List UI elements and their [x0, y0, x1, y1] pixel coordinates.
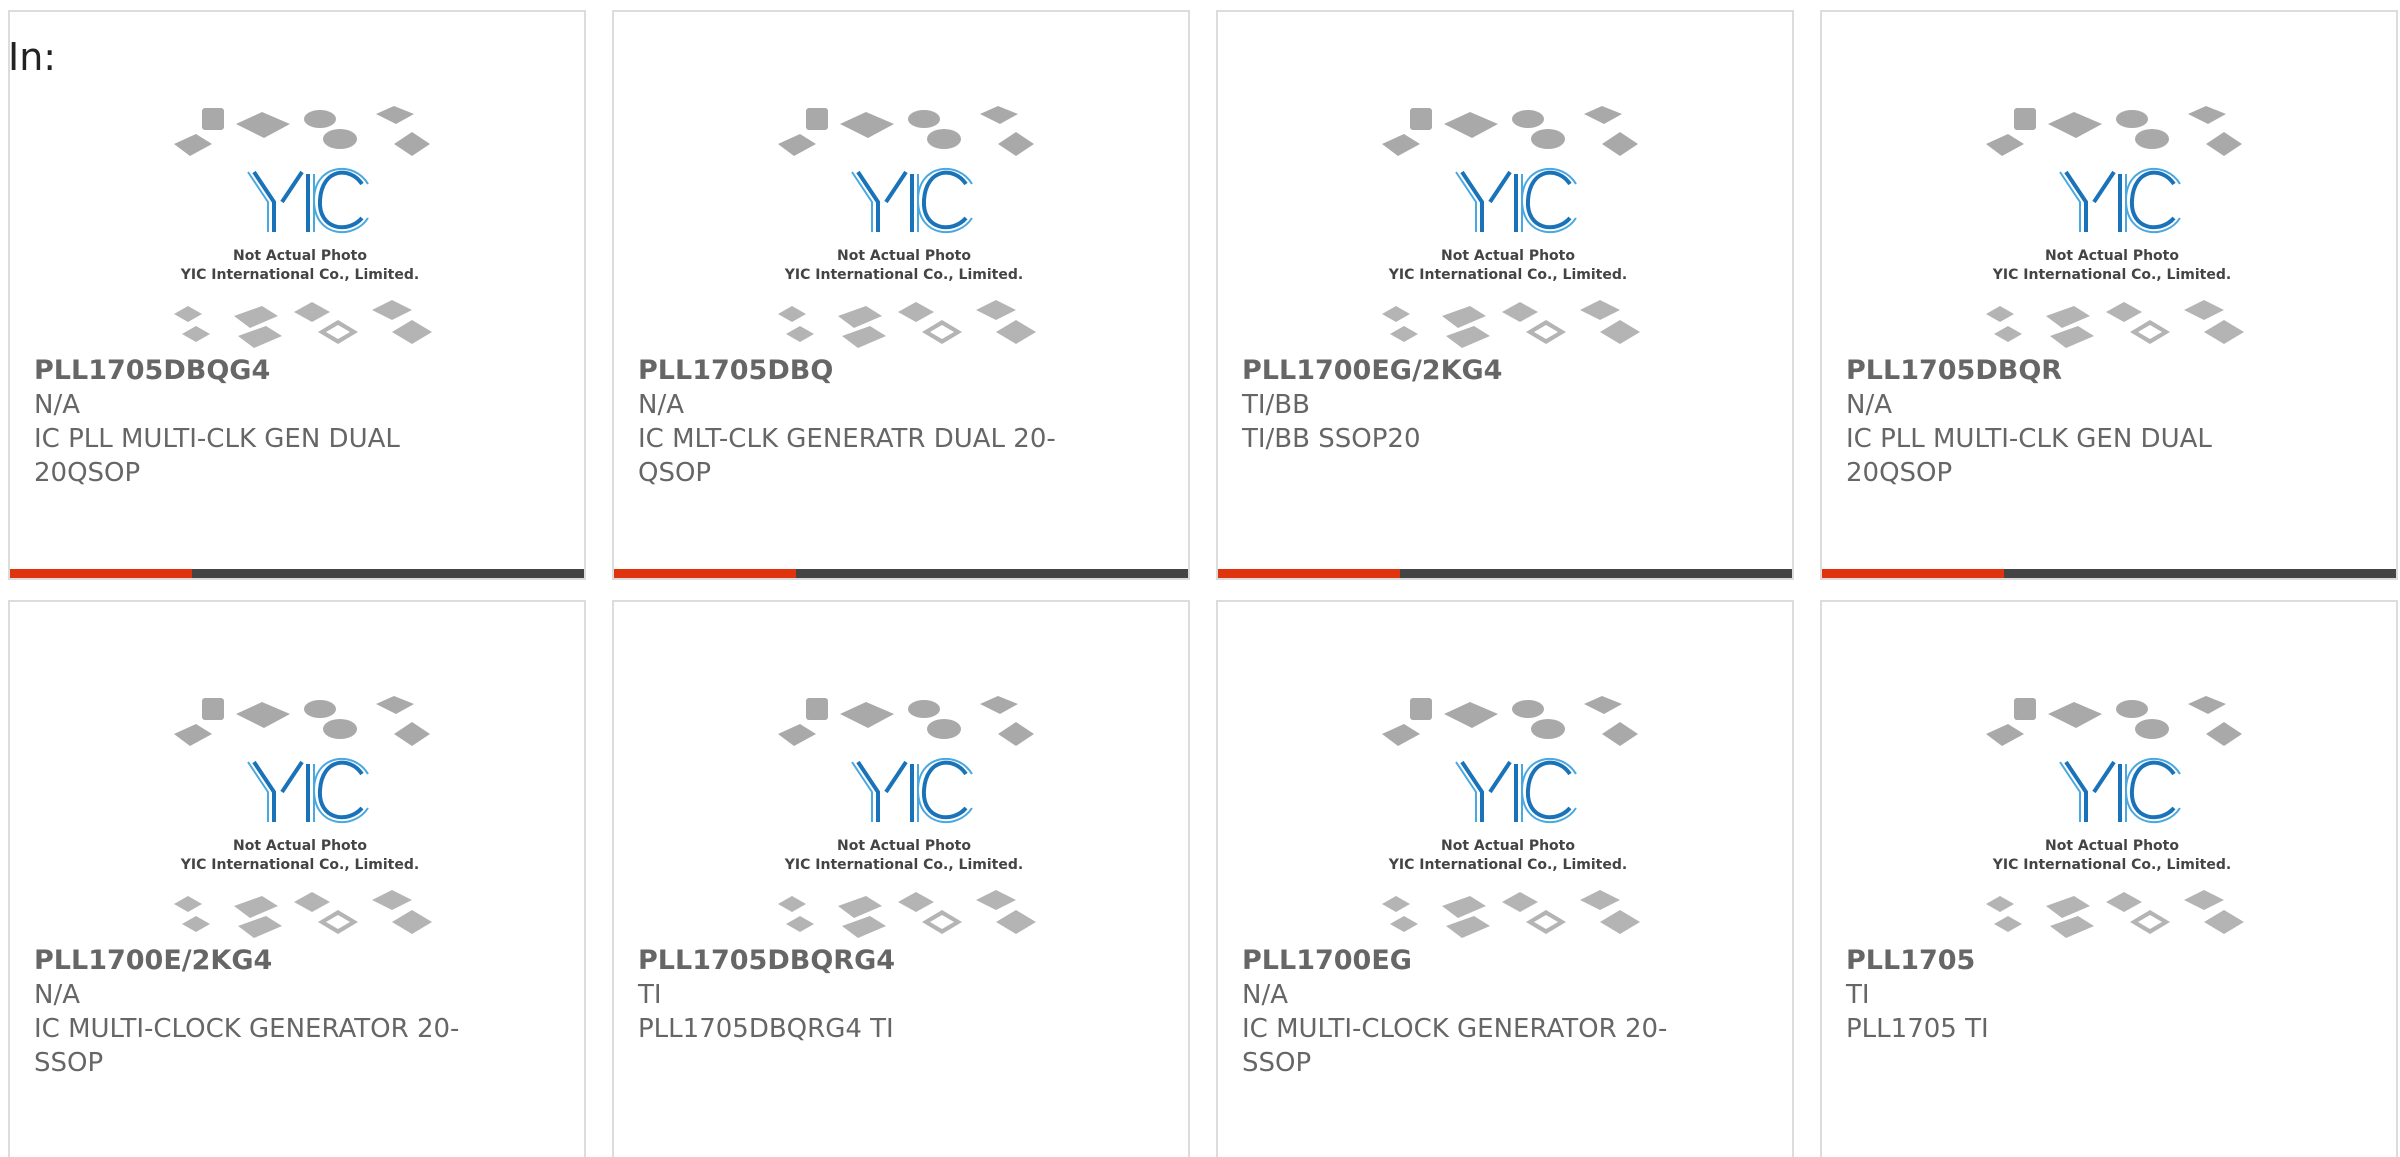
svg-text:Not Actual Photo: Not Actual Photo — [2045, 838, 2179, 854]
description-text: PLL1705DBQRG4 TI — [638, 1014, 894, 1044]
description-text: IC MLT-CLK GENERATR DUAL 20-QSOP — [638, 424, 1056, 488]
svg-text:YIC International Co., Limited: YIC International Co., Limited. — [180, 267, 419, 283]
svg-text:Not Actual Photo: Not Actual Photo — [837, 838, 971, 854]
card-bottom-bar — [10, 569, 584, 578]
card-accent-bar — [614, 569, 796, 578]
svg-text:Not Actual Photo: Not Actual Photo — [233, 838, 367, 854]
svg-text:YIC International Co., Limited: YIC International Co., Limited. — [784, 267, 1023, 283]
manufacturer-text: TI — [638, 980, 662, 1010]
product-photo-placeholder[interactable]: Not Actual Photo YIC International Co., … — [766, 692, 1042, 940]
product-card[interactable]: Not Actual Photo YIC International Co., … — [612, 600, 1190, 1157]
svg-text:Not Actual Photo: Not Actual Photo — [2045, 248, 2179, 264]
card-accent-bar — [10, 569, 192, 578]
manufacturer-text: N/A — [34, 980, 80, 1010]
svg-text:Not Actual Photo: Not Actual Photo — [233, 248, 367, 264]
product-photo-placeholder[interactable]: Not Actual Photo YIC International Co., … — [162, 102, 438, 350]
product-info: PLL1705DBQG4 N/A IC PLL MULTI-CLK GEN DU… — [34, 354, 464, 490]
product-info: PLL1705DBQR N/A IC PLL MULTI-CLK GEN DUA… — [1846, 354, 2276, 490]
description-text: TI/BB SSOP20 — [1242, 424, 1421, 454]
product-info: PLL1700EG N/A IC MULTI-CLOCK GENERATOR 2… — [1242, 944, 1672, 1080]
manufacturer-text: TI — [1846, 980, 1870, 1010]
product-grid-page: In: Not Actual Photo YIC International C… — [0, 0, 2400, 1157]
svg-text:YIC International Co., Limited: YIC International Co., Limited. — [1992, 857, 2231, 873]
product-card[interactable]: Not Actual Photo YIC International Co., … — [1820, 600, 2398, 1157]
product-card[interactable]: Not Actual Photo YIC International Co., … — [8, 10, 586, 580]
part-number-link[interactable]: PLL1705 — [1846, 944, 2276, 978]
manufacturer-text: N/A — [1242, 980, 1288, 1010]
part-number-link[interactable]: PLL1705DBQG4 — [34, 354, 464, 388]
description-text: IC MULTI-CLOCK GENERATOR 20-SSOP — [1242, 1014, 1668, 1078]
not-actual-photo-image: Not Actual Photo YIC International Co., … — [174, 106, 432, 348]
product-photo-placeholder[interactable]: Not Actual Photo YIC International Co., … — [1370, 102, 1646, 350]
svg-text:YIC International Co., Limited: YIC International Co., Limited. — [180, 857, 419, 873]
not-actual-photo-image: Not Actual Photo YIC International Co., … — [778, 696, 1036, 938]
description-text: IC MULTI-CLOCK GENERATOR 20-SSOP — [34, 1014, 460, 1078]
not-actual-photo-image: Not Actual Photo YIC International Co., … — [1382, 696, 1640, 938]
part-number-link[interactable]: PLL1705DBQRG4 — [638, 944, 1068, 978]
svg-text:Not Actual Photo: Not Actual Photo — [1441, 838, 1575, 854]
description-text: IC PLL MULTI-CLK GEN DUAL 20QSOP — [1846, 424, 2212, 488]
part-number-link[interactable]: PLL1700EG — [1242, 944, 1672, 978]
svg-text:YIC International Co., Limited: YIC International Co., Limited. — [1992, 267, 2231, 283]
svg-text:YIC International Co., Limited: YIC International Co., Limited. — [1388, 857, 1627, 873]
product-info: PLL1705 TI PLL1705 TI — [1846, 944, 2276, 1046]
product-card[interactable]: Not Actual Photo YIC International Co., … — [1216, 10, 1794, 580]
svg-text:Not Actual Photo: Not Actual Photo — [1441, 248, 1575, 264]
not-actual-photo-image: Not Actual Photo YIC International Co., … — [1382, 106, 1640, 348]
product-card[interactable]: Not Actual Photo YIC International Co., … — [1216, 600, 1794, 1157]
product-card[interactable]: Not Actual Photo YIC International Co., … — [1820, 10, 2398, 580]
card-bottom-bar — [1218, 569, 1792, 578]
manufacturer-text: TI/BB — [1242, 390, 1310, 420]
card-bottom-bar — [614, 569, 1188, 578]
card-accent-bar — [1822, 569, 2004, 578]
manufacturer-text: N/A — [1846, 390, 1892, 420]
part-number-link[interactable]: PLL1705DBQR — [1846, 354, 2276, 388]
product-photo-placeholder[interactable]: Not Actual Photo YIC International Co., … — [1370, 692, 1646, 940]
not-actual-photo-image: Not Actual Photo YIC International Co., … — [1986, 696, 2244, 938]
product-photo-placeholder[interactable]: Not Actual Photo YIC International Co., … — [766, 102, 1042, 350]
product-photo-placeholder[interactable]: Not Actual Photo YIC International Co., … — [162, 692, 438, 940]
product-photo-placeholder[interactable]: Not Actual Photo YIC International Co., … — [1974, 102, 2250, 350]
not-actual-photo-image: Not Actual Photo YIC International Co., … — [778, 106, 1036, 348]
svg-text:Not Actual Photo: Not Actual Photo — [837, 248, 971, 264]
card-bottom-bar — [1822, 569, 2396, 578]
card-accent-bar — [1218, 569, 1400, 578]
product-card[interactable]: Not Actual Photo YIC International Co., … — [8, 600, 586, 1157]
part-number-link[interactable]: PLL1700EG/2KG4 — [1242, 354, 1672, 388]
product-card[interactable]: Not Actual Photo YIC International Co., … — [612, 10, 1190, 580]
manufacturer-text: N/A — [34, 390, 80, 420]
product-photo-placeholder[interactable]: Not Actual Photo YIC International Co., … — [1974, 692, 2250, 940]
svg-text:YIC International Co., Limited: YIC International Co., Limited. — [784, 857, 1023, 873]
manufacturer-text: N/A — [638, 390, 684, 420]
description-text: IC PLL MULTI-CLK GEN DUAL 20QSOP — [34, 424, 400, 488]
not-actual-photo-image: Not Actual Photo YIC International Co., … — [174, 696, 432, 938]
part-number-link[interactable]: PLL1705DBQ — [638, 354, 1068, 388]
description-text: PLL1705 TI — [1846, 1014, 1989, 1044]
not-actual-photo-image: Not Actual Photo YIC International Co., … — [1986, 106, 2244, 348]
product-info: PLL1705DBQ N/A IC MLT-CLK GENERATR DUAL … — [638, 354, 1068, 490]
svg-text:YIC International Co., Limited: YIC International Co., Limited. — [1388, 267, 1627, 283]
part-number-link[interactable]: PLL1700E/2KG4 — [34, 944, 464, 978]
in-label: In: — [8, 35, 57, 79]
product-info: PLL1700EG/2KG4 TI/BB TI/BB SSOP20 — [1242, 354, 1672, 456]
product-info: PLL1700E/2KG4 N/A IC MULTI-CLOCK GENERAT… — [34, 944, 464, 1080]
product-info: PLL1705DBQRG4 TI PLL1705DBQRG4 TI — [638, 944, 1068, 1046]
